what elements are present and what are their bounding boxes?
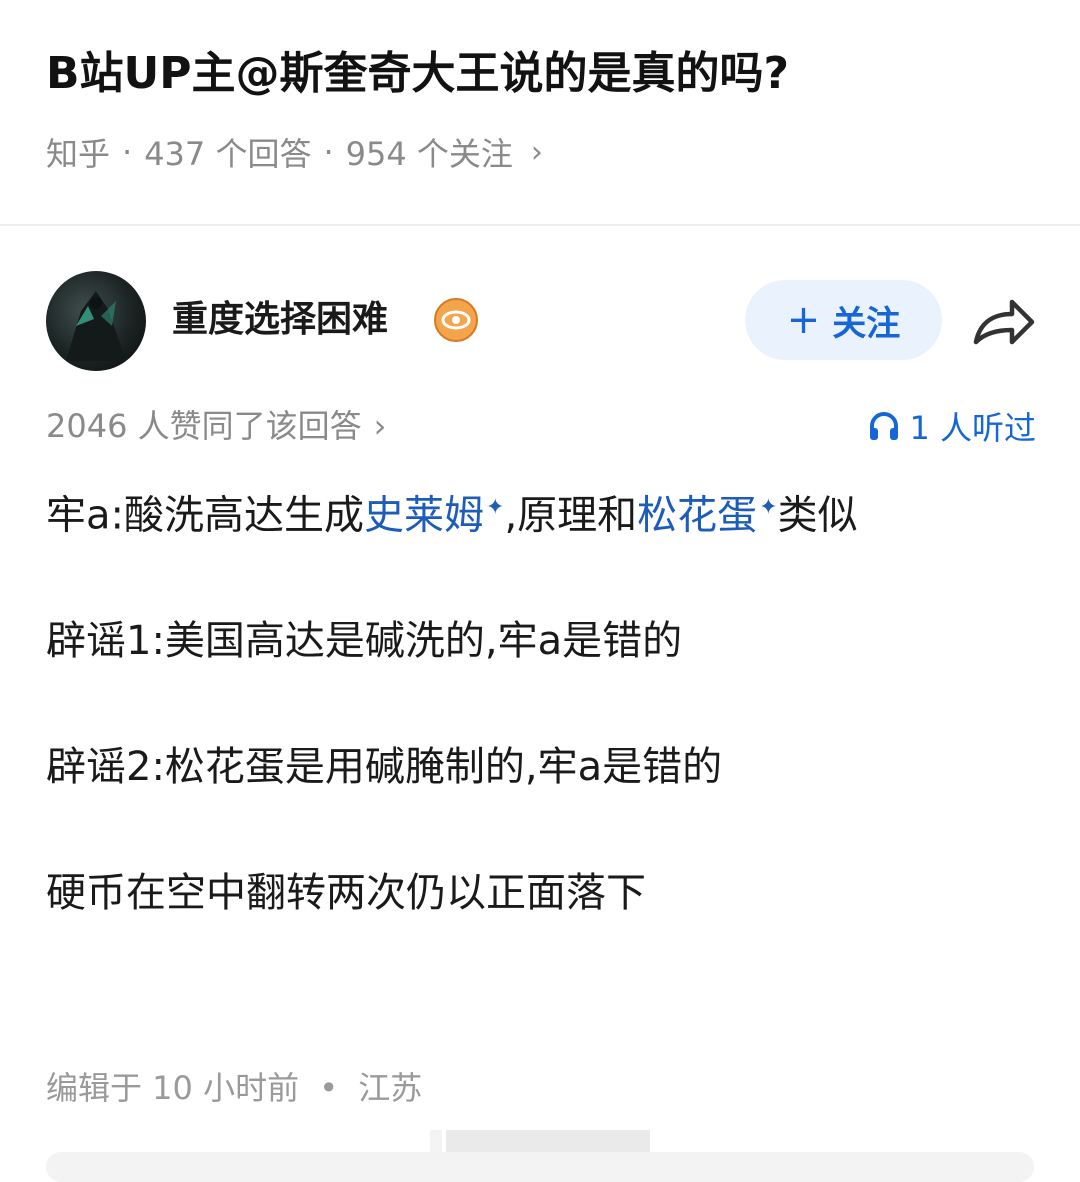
text-segment: 牢a:酸洗高达生成 — [46, 492, 364, 539]
follow-button[interactable]: + 关注 — [745, 280, 942, 360]
sparkle-icon: ✦ — [759, 495, 778, 520]
listened-count[interactable]: 1 人听过 — [867, 402, 1036, 450]
plus-icon: + — [786, 297, 821, 343]
location: 江苏 — [358, 1069, 423, 1107]
listened-text: 1 人听过 — [909, 409, 1036, 447]
chevron-right-icon: › — [530, 134, 543, 170]
author-name[interactable]: 重度选择困难 — [172, 294, 388, 346]
answer-paragraph: 辟谣1:美国高达是碱洗的,牢a是错的 — [46, 618, 683, 665]
meta-separator: • — [319, 1069, 339, 1107]
edited-time: 编辑于 10 小时前 — [46, 1069, 300, 1107]
sparkle-icon: ✦ — [486, 495, 505, 520]
avatar[interactable] — [46, 271, 146, 371]
headphone-icon — [870, 412, 899, 440]
edit-info: 编辑于 10 小时前 • 江苏 — [46, 1064, 422, 1112]
link-century-egg[interactable]: 松花蛋 — [637, 492, 757, 538]
likes-text: 2046 人赞同了该回答 — [46, 407, 362, 445]
answer-content: 牢a:酸洗高达生成史莱姆✦,原理和松花蛋✦类似 辟谣1:美国高达是碱洗的,牢a是… — [46, 470, 1036, 931]
answer-paragraph: 辟谣2:松花蛋是用碱腌制的,牢a是错的 — [46, 744, 723, 791]
chevron-right-icon: › — [373, 407, 387, 445]
answer-paragraph: 牢a:酸洗高达生成史莱姆✦,原理和松花蛋✦类似 — [46, 470, 1036, 553]
meta-separator: · — [323, 133, 334, 171]
meta-separator: · — [122, 133, 133, 171]
avatar-art — [66, 291, 126, 361]
follow-label: 关注 — [832, 303, 901, 344]
section-divider — [0, 224, 1080, 226]
question-title[interactable]: B站UP主@斯奎奇大王说的是真的吗? — [46, 44, 1046, 104]
text-segment: ,原理和 — [504, 492, 638, 539]
answer-paragraph: 硬币在空中翻转两次仍以正面落下 — [46, 870, 646, 917]
link-slime[interactable]: 史莱姆 — [364, 492, 484, 538]
follower-count: 954 个关注 — [345, 135, 513, 173]
question-meta[interactable]: 知乎 · 437 个回答 · 954 个关注 › — [46, 126, 543, 178]
source-label: 知乎 — [46, 135, 111, 173]
answer-count: 437 个回答 — [144, 135, 312, 173]
eye-badge-icon — [434, 298, 478, 342]
text-segment: 类似 — [777, 492, 858, 539]
next-card-preview — [46, 1152, 1034, 1182]
likes-count[interactable]: 2046 人赞同了该回答 › — [46, 402, 386, 450]
share-arrow-icon[interactable] — [968, 292, 1038, 352]
